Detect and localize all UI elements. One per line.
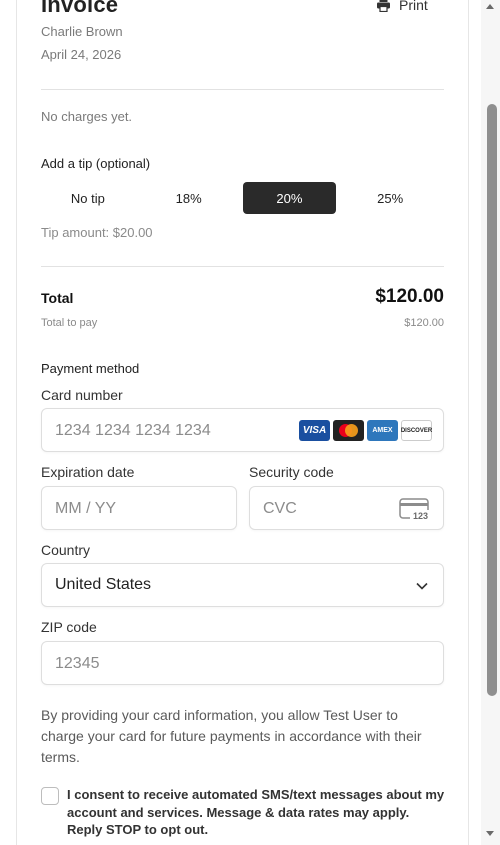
expiration-input[interactable]: MM / YY (41, 486, 237, 530)
svg-text:123: 123 (413, 511, 428, 521)
security-code-input[interactable]: CVC 123 (249, 486, 444, 530)
print-button[interactable]: Print (376, 0, 428, 13)
card-number-label: Card number (41, 387, 123, 403)
card-number-input[interactable]: 1234 1234 1234 1234 VISA AMEX DISCOVER (41, 408, 444, 452)
card-cvc-icon: 123 (399, 497, 431, 526)
zip-code-label: ZIP code (41, 619, 97, 635)
tip-option-none[interactable]: No tip (41, 182, 135, 214)
scroll-down-icon[interactable] (486, 831, 494, 836)
zip-code-input[interactable]: 12345 (41, 641, 444, 685)
payment-method-title: Payment method (41, 361, 140, 376)
discover-icon: DISCOVER (401, 420, 432, 441)
security-code-placeholder: CVC (263, 500, 297, 517)
total-label: Total (41, 290, 74, 306)
expiration-placeholder: MM / YY (55, 500, 117, 517)
mastercard-icon (333, 420, 364, 441)
card-authorization-text: By providing your card information, you … (41, 707, 422, 765)
print-label: Print (399, 0, 428, 13)
sms-consent-text: I consent to receive automated SMS/text … (67, 787, 445, 837)
card-brand-logos: VISA AMEX DISCOVER (299, 420, 432, 441)
tip-amount: Tip amount: $20.00 (41, 225, 153, 240)
sms-consent-checkbox[interactable] (41, 787, 59, 805)
total-to-pay-value: $120.00 (404, 317, 444, 329)
scrollbar[interactable] (481, 0, 500, 845)
visa-icon: VISA (299, 420, 330, 441)
tip-option-20[interactable]: 20% (242, 182, 337, 214)
page-title: Invoice (41, 0, 119, 17)
country-value: United States (55, 576, 152, 593)
tip-option-18[interactable]: 18% (142, 182, 236, 214)
amex-icon: AMEX (367, 420, 398, 441)
no-charges-text: No charges yet. (41, 109, 133, 124)
total-value: $120.00 (375, 286, 444, 307)
zip-code-placeholder: 12345 (55, 655, 100, 672)
country-label: Country (41, 542, 91, 558)
scrollbar-thumb[interactable] (487, 104, 497, 696)
chevron-down-icon (415, 579, 429, 598)
divider (41, 89, 444, 90)
invoice-date: April 24, 2026 (41, 47, 122, 62)
divider (41, 266, 444, 267)
card-number-placeholder: 1234 1234 1234 1234 (55, 422, 211, 439)
security-code-label: Security code (249, 464, 334, 480)
tip-options: No tip 18% 20% 25% (41, 182, 444, 214)
total-to-pay-label: Total to pay (41, 317, 98, 329)
tip-option-25[interactable]: 25% (343, 182, 437, 214)
scroll-up-icon[interactable] (486, 4, 494, 9)
country-select[interactable]: United States (41, 563, 444, 607)
expiration-label: Expiration date (41, 464, 135, 480)
tip-title: Add a tip (optional) (41, 156, 151, 171)
printer-icon (376, 0, 391, 12)
customer-name: Charlie Brown (41, 24, 123, 39)
